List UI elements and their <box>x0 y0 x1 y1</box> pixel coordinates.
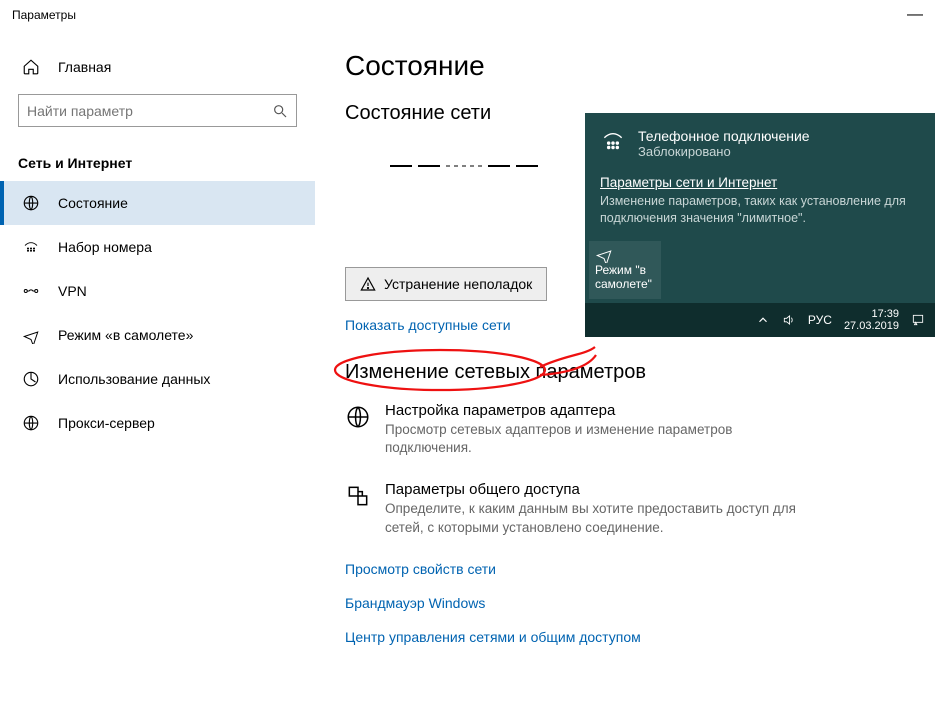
home-label: Главная <box>58 59 111 75</box>
chevron-up-icon[interactable] <box>756 313 770 327</box>
sharing-desc: Определите, к каким данным вы хотите пре… <box>385 500 805 536</box>
adapter-icon <box>345 404 371 430</box>
vpn-icon <box>22 282 40 300</box>
section-title-change: Изменение сетевых параметров <box>345 361 895 384</box>
nav-label: Использование данных <box>58 371 210 387</box>
airplane-icon <box>595 245 613 263</box>
minimize-button[interactable]: — <box>895 6 935 24</box>
warning-icon <box>360 276 376 292</box>
volume-icon[interactable] <box>782 313 796 327</box>
nav-label: VPN <box>58 283 87 299</box>
clock-date: 27.03.2019 <box>844 320 899 332</box>
airplane-tile-label: Режим "в самолете" <box>595 263 652 291</box>
titlebar: Параметры — <box>0 0 935 30</box>
airplane-mode-tile[interactable]: Режим "в самолете" <box>589 241 661 299</box>
sharing-icon <box>345 483 371 509</box>
nav-label: Режим «в самолете» <box>58 327 193 343</box>
network-connection-item[interactable]: Телефонное подключение Заблокировано <box>585 113 935 165</box>
window-title: Параметры <box>12 8 76 22</box>
sidebar-item-vpn[interactable]: VPN <box>0 269 315 313</box>
network-settings-link[interactable]: Параметры сети и Интернет <box>600 175 920 190</box>
search-input[interactable] <box>18 94 297 127</box>
sidebar-item-status[interactable]: Состояние <box>0 181 315 225</box>
clock[interactable]: 17:39 27.03.2019 <box>844 308 899 332</box>
sharing-center-link[interactable]: Центр управления сетями и общим доступом <box>345 629 895 645</box>
page-title: Состояние <box>345 50 895 82</box>
connection-title: Телефонное подключение <box>638 128 810 144</box>
troubleshoot-label: Устранение неполадок <box>384 276 532 292</box>
nav-label: Состояние <box>58 195 128 211</box>
view-properties-link[interactable]: Просмотр свойств сети <box>345 561 895 577</box>
sharing-settings-item[interactable]: Параметры общего доступа Определите, к к… <box>345 481 895 536</box>
home-button[interactable]: Главная <box>0 50 315 84</box>
search-icon <box>272 103 288 119</box>
adapter-desc: Просмотр сетевых адаптеров и изменение п… <box>385 421 805 457</box>
network-flyout: Телефонное подключение Заблокировано Пар… <box>585 113 935 337</box>
sidebar: Главная Сеть и Интернет Состояние Набор … <box>0 30 315 710</box>
airplane-icon <box>22 326 40 344</box>
nav-label: Прокси-сервер <box>58 415 155 431</box>
category-header: Сеть и Интернет <box>0 145 315 181</box>
dialup-connection-icon <box>600 128 626 154</box>
sharing-title: Параметры общего доступа <box>385 481 805 498</box>
dialup-icon <box>22 238 40 256</box>
search-field[interactable] <box>27 103 272 119</box>
firewall-link[interactable]: Брандмауэр Windows <box>345 595 895 611</box>
action-center-icon[interactable] <box>911 313 925 327</box>
data-usage-icon <box>22 370 40 388</box>
sidebar-item-data-usage[interactable]: Использование данных <box>0 357 315 401</box>
network-settings-desc: Изменение параметров, таких как установл… <box>600 193 920 227</box>
sidebar-item-dialup[interactable]: Набор номера <box>0 225 315 269</box>
taskbar: РУС 17:39 27.03.2019 <box>585 303 935 337</box>
adapter-title: Настройка параметров адаптера <box>385 402 805 419</box>
troubleshoot-button[interactable]: Устранение неполадок <box>345 267 547 301</box>
language-indicator[interactable]: РУС <box>808 313 832 327</box>
sidebar-item-proxy[interactable]: Прокси-сервер <box>0 401 315 445</box>
clock-time: 17:39 <box>844 308 899 320</box>
proxy-icon <box>22 414 40 432</box>
connection-status: Заблокировано <box>638 144 810 159</box>
home-icon <box>22 58 40 76</box>
sidebar-item-airplane[interactable]: Режим «в самолете» <box>0 313 315 357</box>
status-icon <box>22 194 40 212</box>
adapter-settings-item[interactable]: Настройка параметров адаптера Просмотр с… <box>345 402 895 457</box>
nav-label: Набор номера <box>58 239 152 255</box>
